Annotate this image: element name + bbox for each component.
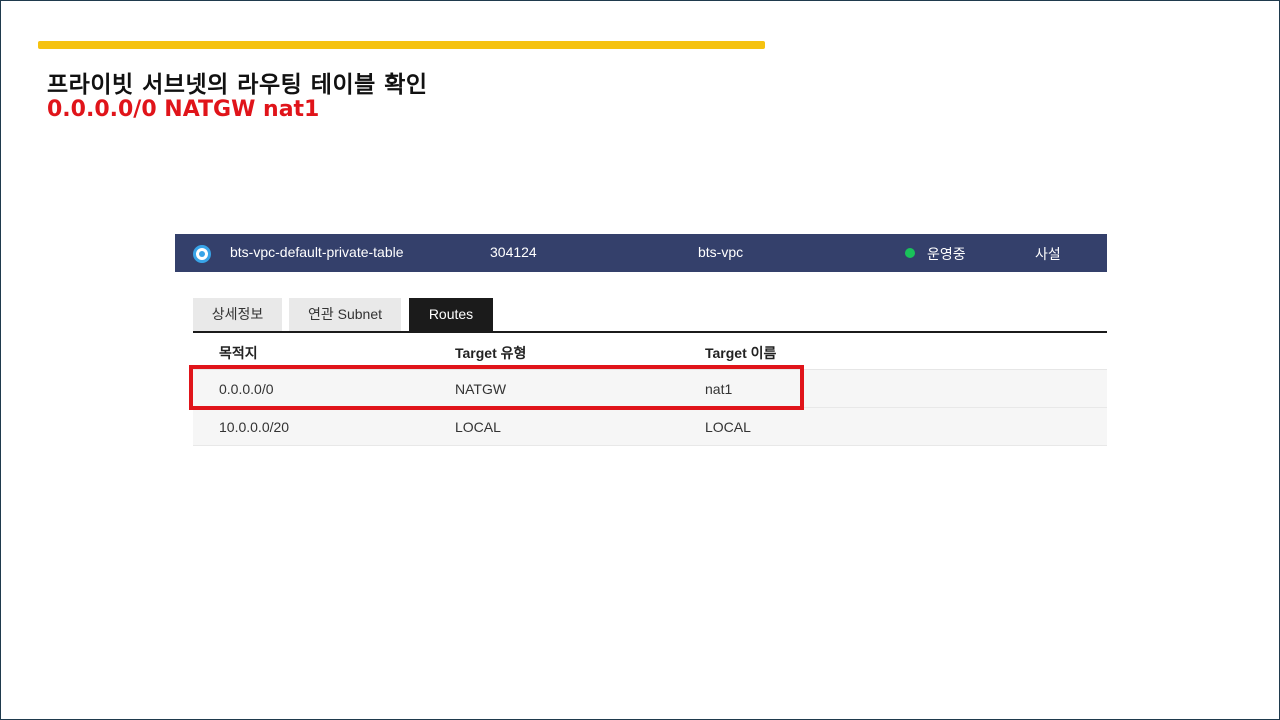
slide-title: 프라이빗 서브넷의 라우팅 테이블 확인 (47, 72, 428, 98)
column-target-type: Target 유형 (455, 345, 527, 361)
tab-routes[interactable]: Routes (409, 298, 493, 331)
route-table-id: 304124 (490, 244, 537, 260)
radio-selected-icon[interactable] (193, 245, 211, 263)
tab-details[interactable]: 상세정보 (193, 298, 282, 331)
route-table-row[interactable]: bts-vpc-default-private-table 304124 bts… (175, 234, 1107, 272)
route-table-name: bts-vpc-default-private-table (230, 244, 404, 260)
route-table-status: 운영중 (927, 246, 966, 262)
column-destination: 목적지 (219, 345, 258, 361)
route-table-vpc: bts-vpc (698, 244, 744, 260)
tab-associated-subnet[interactable]: 연관 Subnet (289, 298, 401, 331)
column-target-name: Target 이름 (705, 345, 777, 361)
route-destination: 10.0.0.0/20 (219, 419, 290, 435)
slide-subtitle: 0.0.0.0/0 NATGW nat1 (47, 97, 320, 122)
accent-bar (38, 41, 765, 49)
route-table-type: 사설 (1035, 246, 1061, 262)
status-dot-icon (905, 248, 915, 258)
route-target-type: LOCAL (455, 419, 501, 435)
table-row[interactable]: 10.0.0.0/20 LOCAL LOCAL (193, 408, 1107, 446)
route-target-name: LOCAL (705, 419, 751, 435)
highlight-box (189, 365, 804, 410)
